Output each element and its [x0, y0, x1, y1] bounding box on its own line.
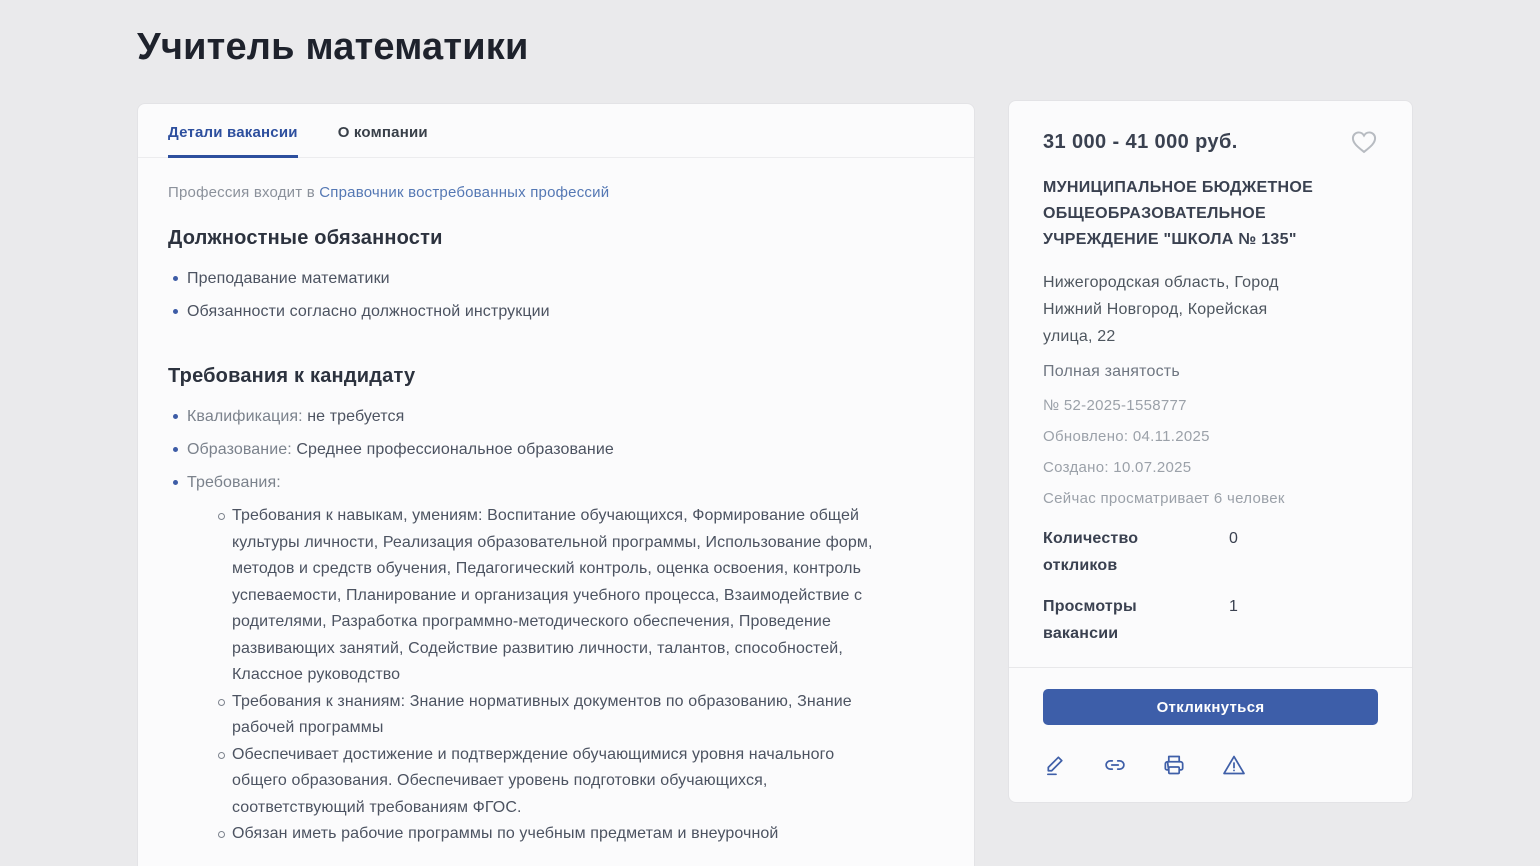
tabbar: Детали вакансии О компании — [138, 104, 974, 158]
updated-date: Обновлено: 04.11.2025 — [1043, 427, 1378, 447]
list-item: Обеспечивает достижение и подтверждение … — [218, 742, 888, 822]
vacancy-page: Учитель математики Детали вакансии О ком… — [0, 0, 1540, 866]
requirements-heading: Требования к кандидату — [168, 365, 888, 388]
vacancy-summary-card: 31 000 - 41 000 руб. МУНИЦИПАЛЬНОЕ БЮДЖЕ… — [1008, 100, 1413, 803]
responses-label: Количество откликов — [1043, 525, 1193, 579]
copy-link-icon[interactable] — [1102, 752, 1128, 778]
requirements-list: Квалификация: не требуется Образование: … — [168, 404, 888, 496]
list-item: Требования: — [168, 470, 888, 496]
in-demand-professions-link[interactable]: Справочник востребованных профессий — [319, 184, 609, 201]
current-viewers: Сейчас просматривает 6 человек — [1043, 489, 1378, 509]
list-item: Образование: Среднее профессиональное об… — [168, 437, 888, 463]
list-item: Обязан иметь рабочие программы по учебны… — [218, 821, 888, 848]
salary: 31 000 - 41 000 руб. — [1043, 131, 1238, 154]
vacancy-details-card: Детали вакансии О компании Профессия вхо… — [137, 103, 975, 866]
edit-icon[interactable] — [1043, 752, 1069, 778]
education-label: Образование: — [187, 441, 292, 458]
qualification-label: Квалификация: — [187, 408, 303, 425]
vacancy-stats: Количество откликов 0 Просмотры вакансии… — [1043, 525, 1378, 647]
list-item: Требования к знаниям: Знание нормативных… — [218, 689, 888, 742]
vacancy-details-content: Профессия входит в Справочник востребова… — [138, 158, 918, 866]
profession-note-prefix: Профессия входит в — [168, 184, 315, 201]
vacancy-number: № 52-2025-1558777 — [1043, 396, 1378, 416]
list-item: Квалификация: не требуется — [168, 404, 888, 430]
page-title: Учитель математики — [137, 26, 529, 69]
tab-about-company[interactable]: О компании — [338, 104, 428, 158]
print-icon[interactable] — [1161, 752, 1187, 778]
responses-stat: Количество откликов 0 — [1043, 525, 1378, 579]
views-stat: Просмотры вакансии 1 — [1043, 593, 1378, 647]
requirements-label: Требования: — [187, 474, 281, 491]
card-divider — [1009, 667, 1412, 668]
requirements-sub-list: Требования к навыкам, умениям: Воспитани… — [218, 503, 888, 848]
vacancy-meta: № 52-2025-1558777 Обновлено: 04.11.2025 … — [1043, 396, 1378, 509]
responses-value: 0 — [1229, 525, 1238, 579]
list-item: Требования к навыкам, умениям: Воспитани… — [218, 503, 888, 689]
views-label: Просмотры вакансии — [1043, 593, 1193, 647]
company-name: МУНИЦИПАЛЬНОЕ БЮДЖЕТНОЕ ОБЩЕОБРАЗОВАТЕЛЬ… — [1043, 175, 1355, 253]
created-date: Создано: 10.07.2025 — [1043, 458, 1378, 478]
tab-vacancy-details[interactable]: Детали вакансии — [168, 104, 298, 158]
action-icons-row — [1043, 752, 1378, 780]
list-item: Обязанности согласно должностной инструк… — [168, 299, 888, 325]
duties-heading: Должностные обязанности — [168, 227, 888, 250]
list-item: Преподавание математики — [168, 266, 888, 292]
salary-row: 31 000 - 41 000 руб. — [1043, 131, 1378, 155]
views-value: 1 — [1229, 593, 1238, 647]
qualification-value: не требуется — [307, 408, 404, 425]
duties-list: Преподавание математики Обязанности согл… — [168, 266, 888, 325]
favorite-heart-icon[interactable] — [1350, 129, 1378, 155]
apply-button[interactable]: Откликнуться — [1043, 689, 1378, 725]
profession-note: Профессия входит в Справочник востребова… — [168, 184, 888, 201]
education-value: Среднее профессиональное образование — [296, 441, 613, 458]
employment-type: Полная занятость — [1043, 363, 1378, 381]
company-address: Нижегородская область, Город Нижний Новг… — [1043, 269, 1308, 350]
report-warning-icon[interactable] — [1220, 752, 1248, 778]
